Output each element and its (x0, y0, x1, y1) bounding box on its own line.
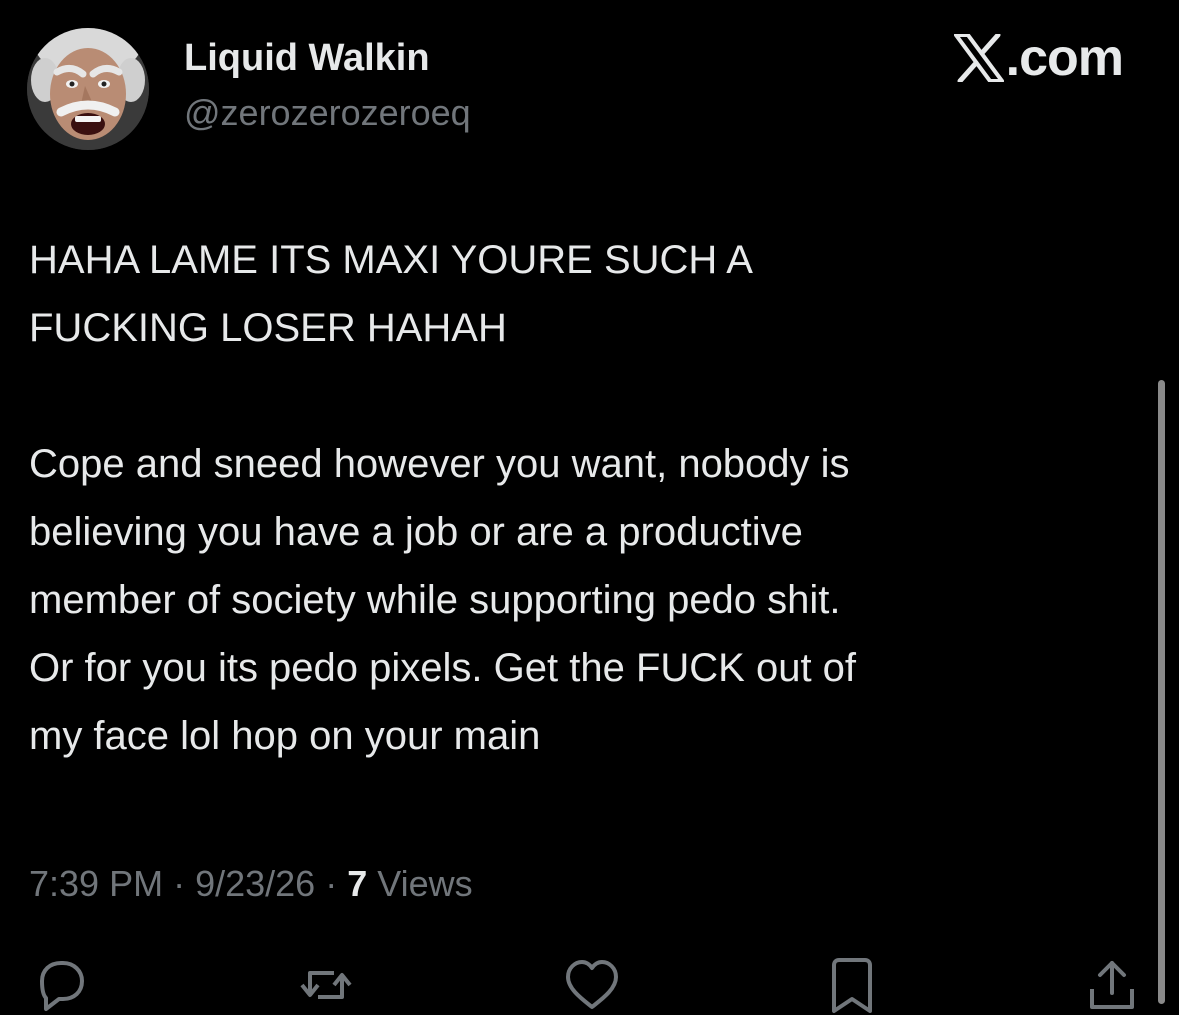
brand-watermark: .com (953, 29, 1124, 87)
x-logo-icon (953, 34, 1004, 82)
tweet-paragraph: HAHA LAME ITS MAXI YOURE SUCH A FUCKING … (29, 238, 753, 350)
retweet-icon (300, 971, 352, 999)
meta-separator: · (163, 863, 196, 904)
views-label[interactable]: Views (367, 863, 472, 904)
bookmark-button[interactable] (822, 955, 882, 1015)
scrollbar-thumb[interactable] (1158, 380, 1165, 1004)
reply-button[interactable] (30, 955, 90, 1015)
views-count[interactable]: 7 (347, 863, 367, 904)
author-handle[interactable]: @zerozerozeroeq (184, 92, 471, 134)
avatar-cartoon-face-icon (27, 28, 149, 150)
tweet-paragraph: Cope and sneed however you want, nobody … (29, 442, 857, 758)
author-avatar[interactable] (27, 28, 149, 150)
tweet-body: HAHA LAME ITS MAXI YOURE SUCH A FUCKING … (29, 226, 1129, 770)
like-button[interactable] (562, 955, 622, 1015)
retweet-button[interactable] (296, 955, 356, 1015)
share-button[interactable] (1082, 955, 1142, 1015)
heart-icon (566, 960, 618, 1009)
meta-separator: · (315, 863, 348, 904)
action-bar (0, 955, 1179, 1013)
bookmark-icon (832, 958, 872, 1013)
tweet-date[interactable]: 9/23/26 (195, 863, 315, 904)
author-display-name[interactable]: Liquid Walkin (184, 36, 430, 80)
reply-icon (40, 961, 84, 1011)
brand-suffix: .com (1005, 29, 1124, 87)
share-icon (1090, 961, 1134, 1009)
tweet-time[interactable]: 7:39 PM (29, 863, 163, 904)
tweet-meta: 7:39 PM · 9/23/26 · 7 Views (29, 862, 473, 906)
